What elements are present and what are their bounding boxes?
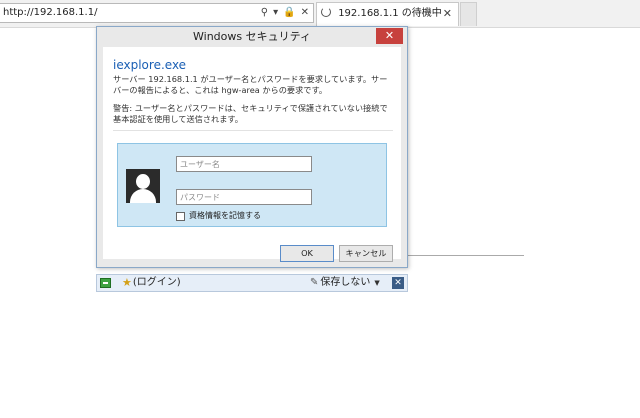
page-divider — [404, 255, 524, 256]
loading-spinner-icon — [321, 7, 331, 17]
star-icon: ★ — [122, 276, 132, 289]
infobar-close-button[interactable]: ✕ — [392, 277, 404, 289]
remember-credentials[interactable]: 資格情報を記憶する — [176, 211, 261, 221]
remember-label[interactable]: 資格情報を記憶する — [189, 211, 261, 221]
browser-toolbar: http://192.168.1.1/ ⚲ ▾ 🔒 ✕ 192.168.1.1 … — [0, 0, 640, 28]
warning-message: 警告: ユーザー名とパスワードは、セキュリティで保護されていない接続で基本認証を… — [113, 103, 388, 124]
security-dialog: Windows セキュリティ ✕ iexplore.exe サーバー 192.1… — [96, 26, 408, 268]
dialog-body: iexplore.exe サーバー 192.168.1.1 がユーザー名とパスワ… — [103, 47, 401, 259]
login-label[interactable]: (ログイン) — [133, 275, 181, 291]
user-avatar-icon — [126, 169, 160, 203]
login-link[interactable]: ★ (ログイン) — [122, 275, 181, 291]
button-bar: OK キャンセル — [103, 239, 401, 267]
browser-tab[interactable]: 192.168.1.1 の待機中 ✕ — [316, 2, 459, 26]
chevron-down-icon[interactable]: ▾ — [273, 4, 278, 22]
credential-panel: 資格情報を記憶する — [117, 143, 387, 227]
save-dropdown[interactable]: ✎ 保存しない ▼ — [310, 275, 380, 291]
remember-checkbox[interactable] — [176, 211, 185, 221]
site-icon — [100, 278, 111, 288]
avatar-head — [136, 174, 150, 189]
password-save-bar: ★ (ログイン) ✎ 保存しない ▼ ✕ — [96, 274, 408, 292]
address-text[interactable]: http://192.168.1.1/ — [3, 7, 97, 18]
search-icon[interactable]: ⚲ — [261, 4, 268, 22]
avatar-shoulders — [130, 189, 156, 203]
ok-button[interactable]: OK — [280, 245, 334, 262]
cancel-button[interactable]: キャンセル — [339, 245, 393, 262]
divider — [113, 130, 393, 131]
new-tab-button[interactable] — [460, 2, 477, 26]
app-name: iexplore.exe — [113, 58, 187, 72]
tab-title: 192.168.1.1 の待機中 — [338, 8, 442, 19]
server-message: サーバー 192.168.1.1 がユーザー名とパスワードを要求しています。サー… — [113, 74, 388, 95]
username-field[interactable] — [176, 156, 312, 172]
lock-icon[interactable]: 🔒 — [283, 4, 295, 22]
dialog-close-button[interactable]: ✕ — [376, 28, 403, 44]
address-bar-icons: ⚲ ▾ 🔒 ✕ — [261, 4, 309, 22]
save-icon: ✎ — [310, 277, 319, 288]
save-label[interactable]: 保存しない — [320, 275, 370, 291]
close-icon[interactable]: ✕ — [443, 3, 452, 25]
address-bar[interactable]: http://192.168.1.1/ ⚲ ▾ 🔒 ✕ — [0, 3, 314, 23]
chevron-down-icon[interactable]: ▼ — [374, 275, 379, 291]
dialog-title: Windows セキュリティ — [193, 30, 311, 43]
stop-icon[interactable]: ✕ — [301, 4, 309, 22]
password-field[interactable] — [176, 189, 312, 205]
